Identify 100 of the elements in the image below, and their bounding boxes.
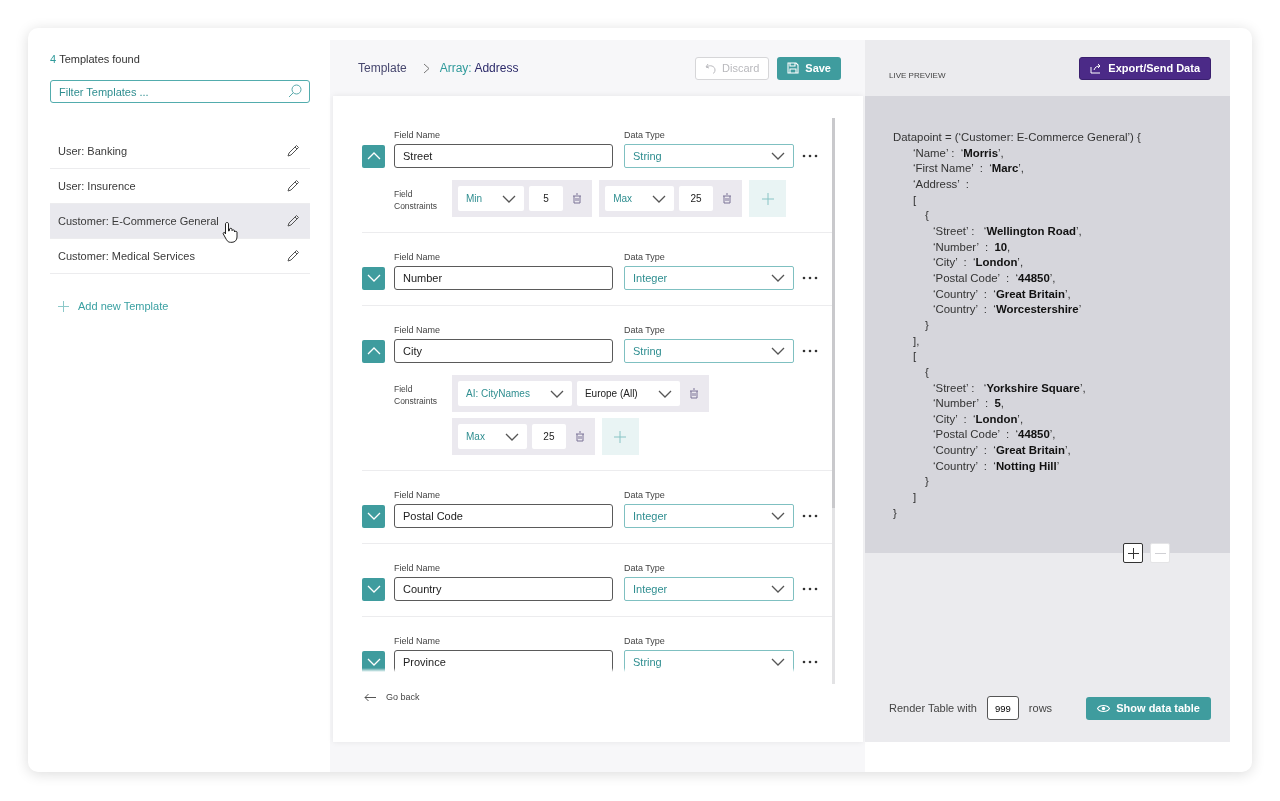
chevron-down-icon — [366, 585, 381, 593]
data-type-select[interactable]: Integer — [624, 266, 794, 290]
data-type-select[interactable]: String — [624, 339, 794, 363]
chevron-down-icon — [771, 512, 785, 520]
pencil-icon[interactable] — [286, 144, 300, 158]
constraint-select[interactable]: Min — [458, 186, 525, 211]
chevron-down-icon — [504, 432, 519, 441]
plus-icon — [1127, 547, 1139, 559]
more-icon[interactable] — [802, 349, 818, 353]
chevron-right-icon — [422, 62, 430, 74]
collapse-toggle[interactable] — [362, 577, 385, 601]
row-count-input[interactable]: 999 — [986, 696, 1019, 720]
plus-icon — [614, 430, 627, 443]
save-icon — [787, 62, 800, 74]
more-icon[interactable] — [802, 660, 818, 664]
code-line: ], — [913, 333, 920, 349]
code-line: ‘City’ : ‘London’, — [933, 411, 1024, 427]
export-button[interactable]: Export/Send Data — [1079, 56, 1211, 80]
more-icon[interactable] — [802, 587, 818, 591]
field-name-input[interactable]: Country — [394, 577, 613, 601]
code-line: [ — [913, 192, 917, 208]
constraint-value-input[interactable]: 25 — [679, 186, 714, 211]
code-line: ‘Street’ : ‘Wellington Road’, — [933, 223, 1082, 239]
rows-label: rows — [1028, 702, 1053, 714]
code-line: ‘First Name’ : ‘Marc’, — [913, 161, 1024, 177]
collapse-toggle[interactable] — [362, 650, 385, 672]
filter-field[interactable]: Filter Templates ... — [50, 80, 310, 103]
chevron-down-icon — [652, 194, 667, 203]
plus-icon — [761, 192, 774, 205]
scrollbar[interactable] — [832, 118, 835, 684]
chevron-down-icon — [549, 389, 564, 398]
code-line: Datapoint = (‘Customer: E-Commerce General’) { — [893, 130, 1141, 145]
template-item[interactable]: User: Banking — [50, 134, 310, 169]
collapse-toggle[interactable] — [362, 266, 385, 290]
breadcrumb-current: Array: Address — [439, 61, 519, 75]
trash-icon[interactable] — [574, 431, 585, 442]
field-name-input[interactable]: Province — [394, 650, 613, 672]
chevron-down-icon — [771, 347, 785, 355]
data-type-select[interactable]: Integer — [624, 504, 794, 528]
constraint-value-input[interactable]: 25 — [531, 424, 566, 449]
data-type-label: Data Type — [624, 489, 666, 501]
data-type-select[interactable]: Integer — [624, 577, 794, 601]
share-icon — [1090, 62, 1103, 74]
result-count: 4 — [50, 52, 57, 66]
data-type-select[interactable]: String — [624, 650, 794, 672]
constraint-select[interactable]: AI: CityNames — [458, 381, 572, 406]
code-line: ‘City’ : ‘London’, — [933, 255, 1024, 271]
chevron-down-icon — [366, 512, 381, 520]
render-label: Render Table with — [889, 702, 977, 714]
go-back-link[interactable]: Go back — [364, 692, 420, 702]
code-line: ‘Country’ : ‘Great Britain’, — [933, 443, 1071, 459]
code-line: { — [925, 364, 929, 380]
collapse-toggle[interactable] — [362, 144, 385, 168]
field-name-label: Field Name — [394, 129, 441, 141]
pencil-icon[interactable] — [286, 214, 300, 228]
more-icon[interactable] — [802, 514, 818, 518]
trash-icon[interactable] — [722, 193, 733, 204]
chevron-down-icon — [366, 274, 381, 282]
eye-icon — [1097, 703, 1111, 713]
more-icon[interactable] — [802, 276, 818, 280]
field-name-label: Field Name — [394, 489, 441, 501]
chevron-down-icon — [657, 389, 672, 398]
arrow-left-icon — [364, 692, 376, 702]
trash-icon[interactable] — [572, 193, 583, 204]
template-item[interactable]: Customer: Medical Services — [50, 239, 310, 274]
collapse-toggle[interactable] — [362, 339, 385, 363]
code-line: ‘Country’ : ‘Notting Hill’ — [933, 458, 1060, 474]
code-line: } — [893, 505, 897, 521]
field-name-input[interactable]: Street — [394, 144, 613, 168]
field-constraints-label: Field Constraints — [394, 383, 438, 408]
field-name-label: Field Name — [394, 251, 441, 263]
search-icon — [288, 84, 302, 98]
data-type-select[interactable]: String — [624, 144, 794, 168]
field-name-input[interactable]: Postal Code — [394, 504, 613, 528]
data-type-label: Data Type — [624, 562, 666, 574]
code-line: ‘Number’ : 5, — [933, 396, 1004, 412]
field-constraints-label: Field Constraints — [394, 188, 438, 213]
code-line: } — [925, 317, 929, 333]
data-type-label: Data Type — [624, 251, 666, 263]
field-name-label: Field Name — [394, 562, 441, 574]
trash-icon[interactable] — [688, 388, 699, 399]
constraint-select[interactable]: Europe (All) — [576, 381, 680, 406]
constraint-select[interactable]: Max — [605, 186, 675, 211]
constraint-select[interactable]: Max — [458, 424, 527, 449]
data-type-label: Data Type — [624, 324, 666, 336]
collapse-toggle[interactable] — [362, 504, 385, 528]
zoom-in-button[interactable] — [1123, 543, 1143, 563]
chevron-down-icon — [366, 658, 381, 666]
more-icon[interactable] — [802, 154, 818, 158]
data-type-label: Data Type — [624, 635, 666, 647]
pencil-icon[interactable] — [286, 249, 300, 263]
code-line: ‘Number’ : 10, — [933, 239, 1011, 255]
pencil-icon[interactable] — [286, 179, 300, 193]
field-name-input[interactable]: Number — [394, 266, 613, 290]
code-line: ‘Postal Code’ : ‘44850’, — [933, 427, 1056, 443]
constraint-value-input[interactable]: 5 — [529, 186, 564, 211]
data-type-label: Data Type — [624, 129, 666, 141]
breadcrumb-link[interactable]: Template — [358, 61, 407, 75]
field-name-input[interactable]: City — [394, 339, 613, 363]
code-line: ‘Street’ : ‘Yorkshire Square’, — [933, 380, 1086, 396]
